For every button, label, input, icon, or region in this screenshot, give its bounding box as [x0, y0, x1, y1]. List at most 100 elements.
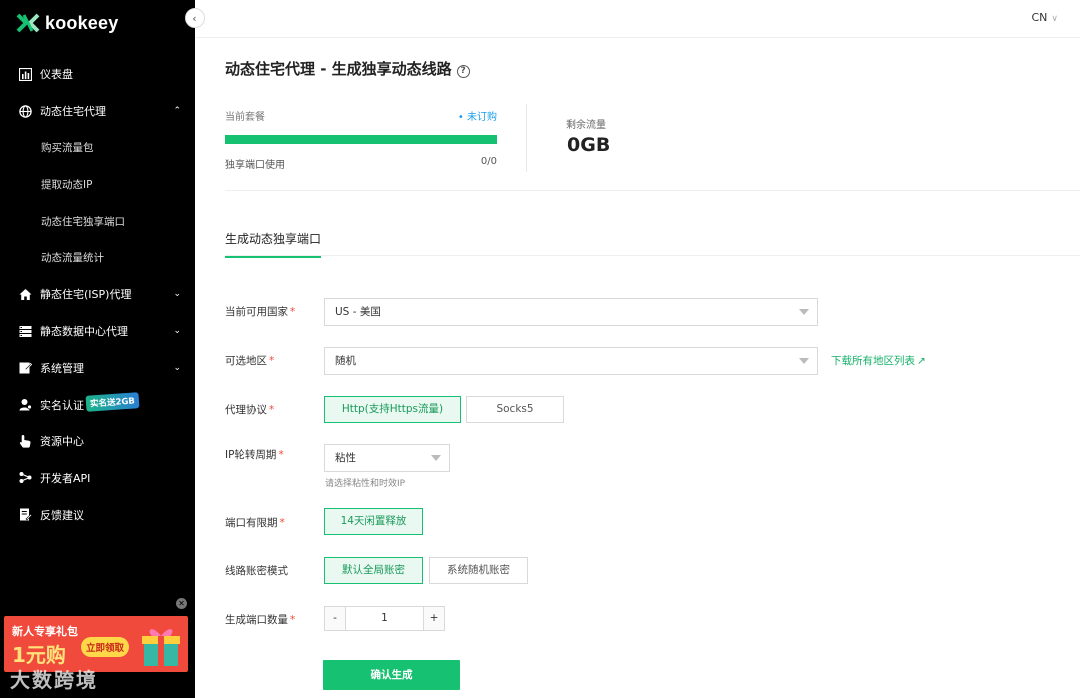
- port-usage-label: 独享端口使用: [225, 160, 285, 171]
- required-mark: *: [278, 449, 284, 461]
- main-content: 动态住宅代理 - 生成独享动态线路? 当前套餐 • 未订购 独享端口使用 0/0…: [195, 38, 1080, 698]
- top-bar: CN ∨: [195, 0, 1080, 38]
- tab-generate-port[interactable]: 生成动态独享端口: [225, 230, 322, 258]
- required-mark: *: [269, 355, 275, 367]
- region-select-value: 随机: [335, 355, 356, 367]
- expiry-14day-button[interactable]: 14天闲置释放: [324, 508, 423, 535]
- remaining-traffic-value: 0GB: [567, 134, 611, 156]
- port-usage-value: 0/0: [480, 156, 497, 167]
- sidebar-item-label: 提取动态IP: [41, 178, 93, 191]
- increment-button[interactable]: +: [424, 607, 444, 630]
- account-global-button[interactable]: 默认全局账密: [324, 557, 423, 584]
- link-text: 下载所有地区列表: [831, 355, 915, 367]
- sidebar-item-label: 系统管理: [40, 361, 84, 375]
- sidebar-item-real-name[interactable]: 实名认证 实名送2GB: [0, 386, 195, 423]
- sidebar-item-label: 购买流量包: [41, 142, 94, 155]
- dropdown-arrow-icon: [799, 309, 809, 315]
- brand-name: kookeey: [45, 12, 119, 33]
- sidebar-subitem-extract-ip[interactable]: 提取动态IP: [0, 166, 195, 203]
- stat-divider: [526, 104, 527, 172]
- chart-icon: [18, 67, 32, 81]
- rotation-label: IP轮转周期 *: [225, 447, 284, 462]
- chevron-down-icon: ⌄: [173, 362, 181, 373]
- edit-icon: [18, 361, 32, 375]
- chevron-left-icon: ‹: [192, 11, 197, 25]
- tab-divider: [225, 255, 1080, 256]
- account-random-button[interactable]: 系统随机账密: [429, 557, 528, 584]
- sidebar-item-system-management[interactable]: 系统管理 ⌄: [0, 350, 195, 387]
- sidebar-item-static-isp[interactable]: 静态住宅(ISP)代理 ⌄: [0, 276, 195, 313]
- dropdown-arrow-icon: [431, 455, 441, 461]
- country-select[interactable]: US - 美国: [324, 298, 818, 326]
- sidebar-item-label: 仪表盘: [40, 68, 73, 82]
- sidebar-item-label: 静态数据中心代理: [40, 325, 128, 339]
- download-regions-link[interactable]: 下载所有地区列表 ↗: [831, 353, 926, 368]
- rotation-hint: 请选择粘性和时效IP: [325, 479, 406, 489]
- required-mark: *: [290, 614, 296, 626]
- region-label: 可选地区 *: [225, 353, 274, 368]
- kookeey-logo-icon: [16, 13, 40, 33]
- plan-card: 当前套餐 • 未订购 独享端口使用 0/0: [225, 108, 497, 171]
- user-icon: [18, 398, 32, 412]
- sidebar-item-resource-center[interactable]: 资源中心: [0, 423, 195, 460]
- rotation-select-value: 粘性: [335, 452, 356, 464]
- server-icon: [18, 324, 32, 338]
- sidebar-item-feedback[interactable]: 反馈建议: [0, 496, 195, 533]
- protocol-socks5-button[interactable]: Socks5: [466, 396, 564, 423]
- sidebar-item-static-datacenter[interactable]: 静态数据中心代理 ⌄: [0, 313, 195, 350]
- sidebar-nav: 仪表盘 动态住宅代理 ⌃ 购买流量包 提取动态IP 动态住宅独享端口 动态流量统…: [0, 56, 195, 533]
- brand-logo[interactable]: kookeey: [16, 12, 118, 34]
- watermark-text: 大数跨境: [10, 668, 98, 692]
- remaining-traffic-label: 剩余流量: [566, 120, 606, 131]
- region-select[interactable]: 随机: [324, 347, 818, 375]
- hand-pointer-icon: [18, 434, 32, 448]
- gift-box-icon: [138, 622, 184, 668]
- sidebar-subitem-traffic-stats[interactable]: 动态流量统计: [0, 239, 195, 276]
- promo-close-icon[interactable]: ✕: [176, 598, 187, 609]
- sidebar-item-label: 静态住宅(ISP)代理: [40, 288, 132, 302]
- sidebar-item-label: 动态流量统计: [41, 252, 104, 265]
- protocol-label: 代理协议 *: [225, 402, 274, 417]
- port-count-stepper: - 1 +: [324, 606, 445, 631]
- label-text: 代理协议: [225, 404, 267, 416]
- country-label: 当前可用国家 *: [225, 304, 295, 319]
- chevron-up-icon: ⌃: [173, 106, 181, 117]
- promo-claim-button[interactable]: 立即领取: [81, 637, 130, 657]
- required-mark: *: [269, 404, 275, 416]
- sidebar-collapse-button[interactable]: ‹: [185, 8, 205, 28]
- port-count-input[interactable]: 1: [345, 607, 424, 630]
- sidebar-item-dynamic-residential[interactable]: 动态住宅代理 ⌃: [0, 93, 195, 130]
- help-icon[interactable]: ?: [456, 65, 470, 78]
- sidebar-item-label: 反馈建议: [40, 508, 84, 522]
- language-switcher[interactable]: CN ∨: [1031, 11, 1058, 24]
- decrement-button[interactable]: -: [325, 607, 345, 630]
- chevron-down-icon: ⌄: [173, 326, 181, 337]
- expiry-label: 端口有限期 *: [225, 515, 285, 530]
- plan-progress-bar: [225, 135, 497, 144]
- protocol-http-button[interactable]: Http(支持Https流量): [324, 396, 461, 423]
- label-text: 当前可用国家: [225, 306, 288, 318]
- globe-icon: [18, 104, 32, 118]
- sidebar-item-label: 动态住宅代理: [40, 105, 106, 119]
- confirm-generate-button[interactable]: 确认生成: [323, 660, 460, 690]
- label-text: 端口有限期: [225, 517, 278, 529]
- sidebar-subitem-dedicated-port[interactable]: 动态住宅独享端口: [0, 203, 195, 240]
- rotation-select[interactable]: 粘性: [324, 444, 450, 472]
- sidebar-item-label: 实名认证: [40, 398, 84, 412]
- sidebar-item-developer-api[interactable]: 开发者API: [0, 460, 195, 497]
- sidebar-item-dashboard[interactable]: 仪表盘: [0, 56, 195, 93]
- port-count-label: 生成端口数量 *: [225, 612, 295, 627]
- dropdown-arrow-icon: [799, 358, 809, 364]
- account-mode-label: 线路账密模式: [225, 565, 288, 577]
- sidebar-item-label: 资源中心: [40, 435, 84, 449]
- sidebar-subitem-buy-traffic[interactable]: 购买流量包: [0, 129, 195, 166]
- label-text: IP轮转周期: [225, 449, 277, 461]
- language-label: CN: [1031, 11, 1048, 24]
- home-icon: [18, 287, 32, 301]
- share-nodes-icon: [18, 471, 32, 485]
- promo-badge: 实名送2GB: [85, 392, 140, 413]
- subscription-status[interactable]: • 未订购: [458, 108, 497, 123]
- chevron-down-icon: ⌄: [173, 289, 181, 300]
- label-text: 生成端口数量: [225, 614, 288, 626]
- page-title-text: 动态住宅代理 - 生成独享动态线路: [225, 60, 452, 78]
